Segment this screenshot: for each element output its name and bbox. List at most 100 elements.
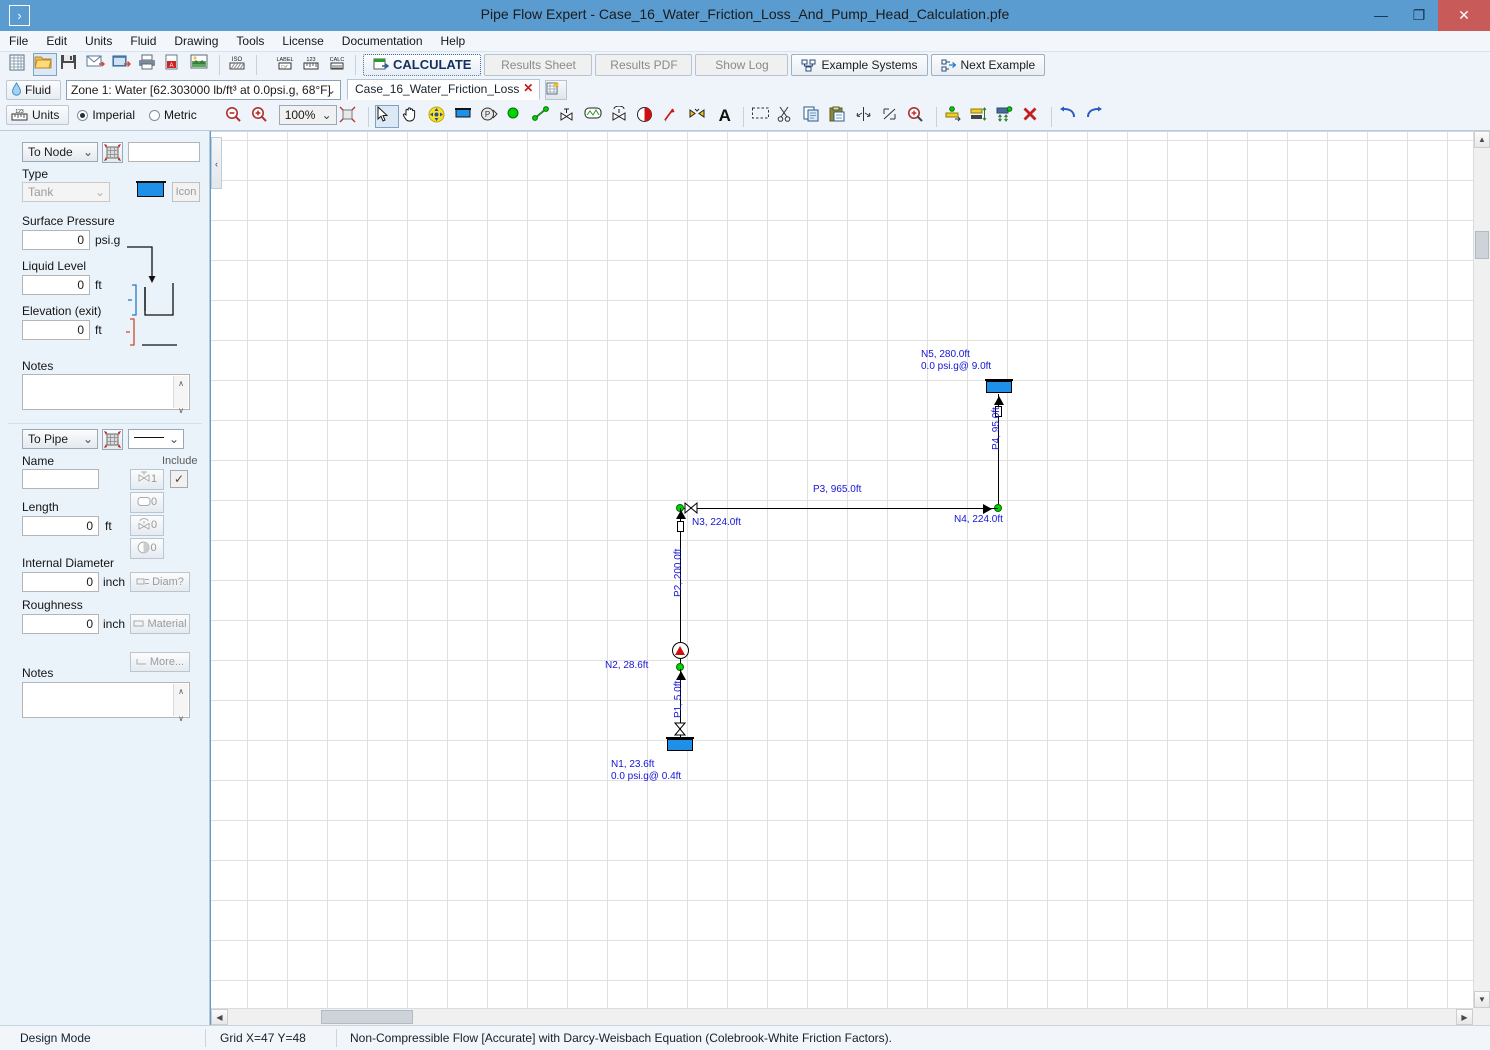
more-button[interactable]: More... [130,652,190,672]
scroll-down-arrow-icon[interactable]: ▼ [1474,991,1490,1008]
close-icon[interactable]: ✕ [523,81,533,95]
close-button[interactable]: ✕ [1438,0,1490,31]
results-sheet-button[interactable]: Results Sheet [484,54,593,76]
align-horizontal-icon[interactable] [969,105,993,128]
valves-count-button[interactable]: 0 [130,515,164,536]
node-name-input[interactable] [128,142,200,162]
redo-icon[interactable] [1084,105,1108,128]
menu-item-drawing[interactable]: Drawing [165,31,227,52]
zoom-out-icon[interactable] [224,105,248,128]
fluid-button[interactable]: Fluid [6,80,62,100]
node-notes-scrollbar[interactable]: ∧ ∨ [173,376,188,415]
vertical-scroll-thumb[interactable] [1475,231,1489,259]
control-valve-icon[interactable] [609,105,633,128]
zoom-in-icon[interactable] [250,105,274,128]
tank-n1[interactable] [667,739,693,751]
document-tab[interactable]: Case_16_Water_Friction_Loss ✕ [347,79,541,100]
include-checkbox[interactable]: ✓ [170,470,188,488]
paste-icon[interactable] [828,105,852,128]
results-pdf-button[interactable]: Results PDF [595,54,693,76]
diameter-button[interactable]: Diam? [130,572,190,592]
text-icon[interactable]: A [713,105,737,128]
zoom-region-icon[interactable] [906,105,930,128]
pipe-p3-line[interactable] [681,508,998,509]
canvas-vertical-scrollbar[interactable]: ▲ ▼ [1473,131,1490,1008]
menu-item-fluid[interactable]: Fluid [121,31,165,52]
tank-icon[interactable] [453,105,477,128]
pipe-p2-fitting[interactable] [677,521,684,532]
minimize-button[interactable]: — [1362,0,1400,31]
tank-n5[interactable] [986,381,1012,393]
components-count-button[interactable]: 0 [130,492,164,513]
pipe-notes-scrollbar[interactable]: ∧ ∨ [173,684,188,723]
open-file-icon[interactable] [33,53,57,76]
pipe-name-input[interactable] [22,469,99,489]
flow-meter-icon[interactable] [635,105,659,128]
units-button[interactable]: 123 Units [6,105,70,125]
new-sheet-icon[interactable] [545,80,568,100]
scroll-left-arrow-icon[interactable]: ◀ [211,1009,228,1025]
pipe-network-canvas[interactable]: ‹ N5, 280.0ft 0.0 psi.g@ 9.0ft P4, 95.0f… [211,131,1473,1008]
align-vertical-icon[interactable] [995,105,1019,128]
calc-icon[interactable]: CALC [325,53,349,76]
label-icon[interactable]: LABEL □✓ [273,53,297,76]
pipe-p3-valve-icon[interactable] [684,502,698,514]
valve-icon[interactable] [557,105,581,128]
save-icon[interactable] [59,53,83,76]
to-pipe-select[interactable]: To Pipe ⌄ [22,429,98,449]
pdf-icon[interactable]: A [163,53,187,76]
pipe-target-icon[interactable] [102,429,123,450]
menu-item-edit[interactable]: Edit [37,31,76,52]
pipe-p1-valve-icon[interactable] [674,722,686,736]
fluid-zone-select[interactable]: Zone 1: Water [62.303000 lb/ft³ at 0.0ps… [66,80,342,100]
next-example-button[interactable]: Next Example [930,54,1046,76]
liquid-level-input[interactable]: 0 [22,275,90,295]
horizontal-scroll-thumb[interactable] [321,1010,413,1024]
calculate-button[interactable]: CALCULATE [363,54,482,76]
component-icon[interactable] [583,105,607,128]
delete-icon[interactable] [1021,105,1045,128]
maximize-button[interactable]: ❐ [1400,0,1438,31]
icon-button[interactable]: Icon [172,182,200,202]
export-icon[interactable] [111,53,135,76]
pipe-notes-box[interactable]: ∧ ∨ [22,682,190,723]
iso-icon[interactable]: ISO [226,53,250,76]
node-type-select[interactable]: Tank ⌄ [22,182,110,202]
scroll-up-icon[interactable]: ∧ [174,687,188,696]
menu-item-file[interactable]: File [0,31,37,52]
scroll-down-icon[interactable]: ∨ [174,406,188,415]
imperial-radio[interactable]: Imperial [77,108,135,122]
menu-item-units[interactable]: Units [76,31,121,52]
marquee-select-icon[interactable] [750,105,774,128]
zoom-level-select[interactable]: 100% ⌄ [278,105,337,125]
example-systems-button[interactable]: Example Systems [791,54,928,76]
fittings-count-button[interactable]: 1 [130,469,164,490]
material-button[interactable]: Material [130,614,190,634]
flip-icon[interactable] [880,105,904,128]
pan-hand-icon[interactable] [401,105,425,128]
node-icon[interactable] [505,105,529,128]
email-icon[interactable] [85,53,109,76]
copy-icon[interactable] [802,105,826,128]
mirror-vertical-icon[interactable] [854,105,878,128]
to-node-select[interactable]: To Node ⌄ [22,142,98,162]
print-icon[interactable] [137,53,161,76]
menu-item-tools[interactable]: Tools [227,31,273,52]
menu-item-help[interactable]: Help [432,31,475,52]
pump-icon[interactable]: P [479,105,503,128]
scroll-up-arrow-icon[interactable]: ▲ [1474,131,1490,148]
cut-icon[interactable] [776,105,800,128]
metric-radio[interactable]: Metric [149,108,197,122]
move-node-icon[interactable] [427,105,451,128]
pipe-icon[interactable] [531,105,555,128]
panel-collapse-handle[interactable]: ‹ [211,137,222,189]
flow-arrow-icon[interactable] [661,105,685,128]
undo-icon[interactable] [1058,105,1082,128]
node-target-icon[interactable] [102,142,123,163]
image-export-icon[interactable] [189,53,213,76]
pipe-length-input[interactable]: 0 [22,516,99,536]
menu-item-documentation[interactable]: Documentation [333,31,432,52]
scroll-right-arrow-icon[interactable]: ▶ [1456,1009,1473,1025]
scroll-down-icon[interactable]: ∨ [174,714,188,723]
line-style-select[interactable]: ⌄ [128,429,184,449]
